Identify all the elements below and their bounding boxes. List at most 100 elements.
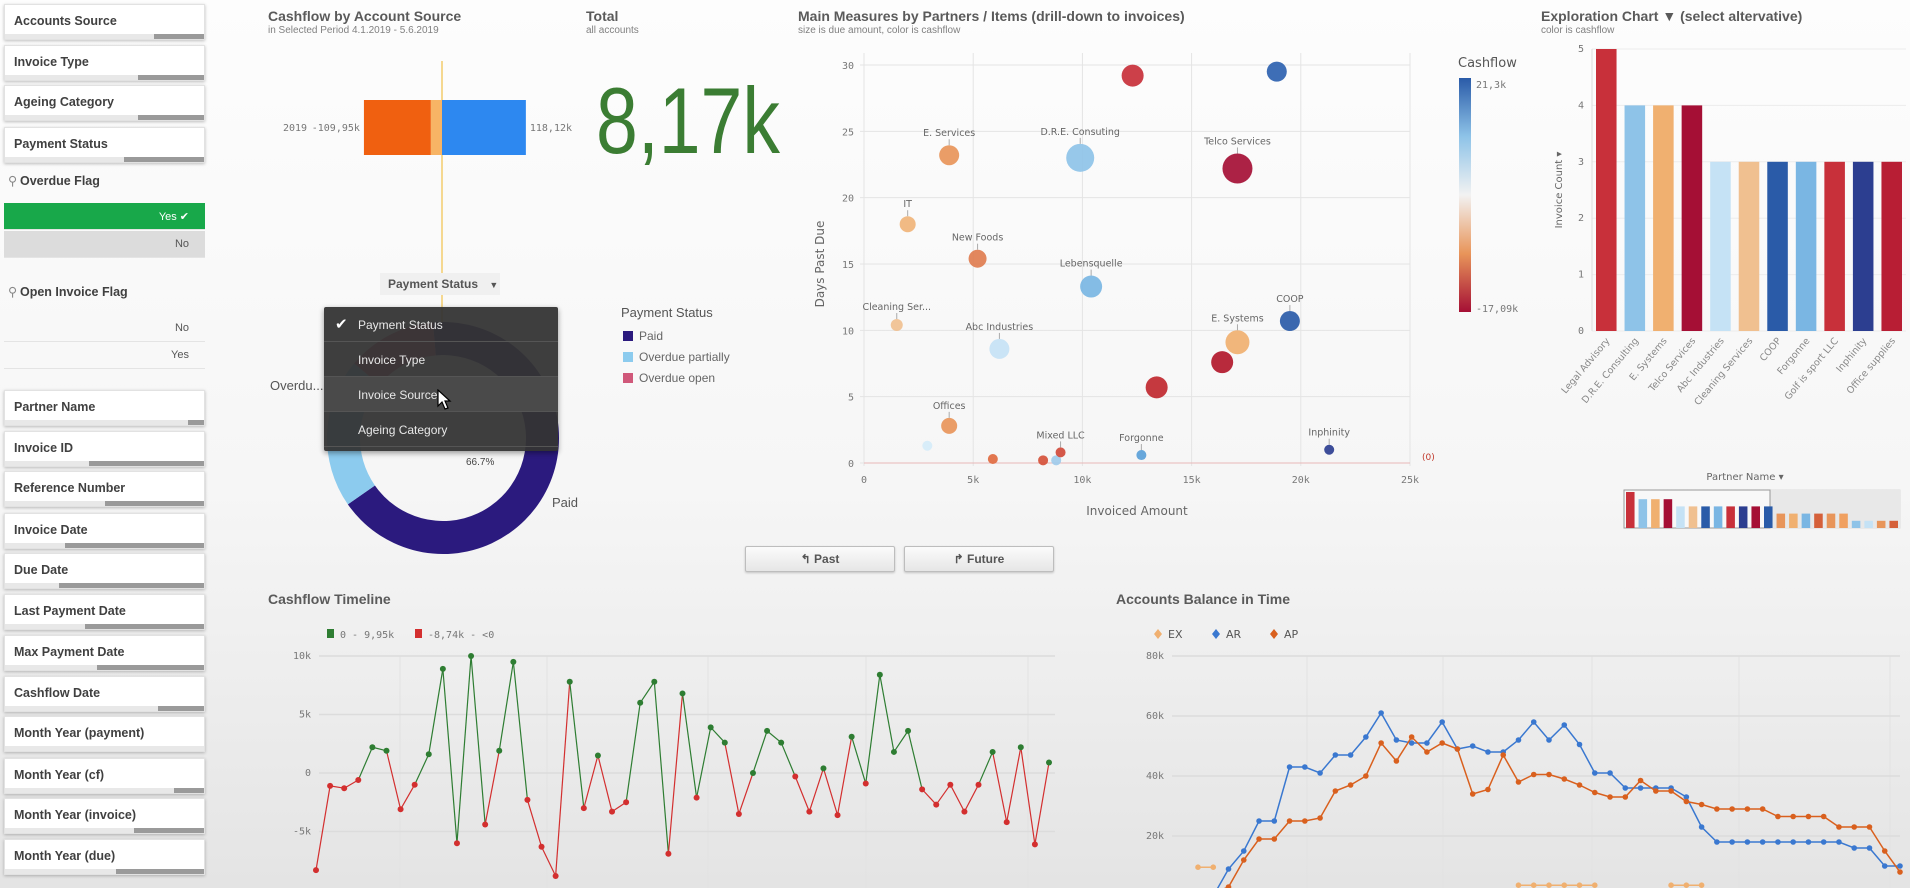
scatter-point[interactable] [1066, 143, 1095, 172]
scatter-point[interactable] [1055, 447, 1066, 458]
timeline-point[interactable] [524, 796, 531, 803]
balance-point-ar[interactable] [1576, 741, 1583, 748]
bar-abc-industries[interactable] [1710, 161, 1731, 331]
filter-ageing-category[interactable]: Ageing Category [4, 85, 205, 121]
filter-month-year-cf[interactable]: Month Year (cf) [4, 758, 205, 794]
filter-invoice-date[interactable]: Invoice Date [4, 513, 205, 549]
balance-point-ap[interactable] [1683, 798, 1690, 805]
timeline-point[interactable] [637, 699, 644, 706]
legend-label[interactable]: EX [1168, 628, 1183, 641]
balance-point-ex[interactable] [1195, 864, 1201, 870]
timeline-point[interactable] [594, 752, 601, 759]
scatter-point[interactable] [899, 216, 916, 233]
balance-point-ap[interactable] [1820, 813, 1827, 820]
bar-e-systems[interactable] [1653, 105, 1674, 332]
filter-partner-name[interactable]: Partner Name [4, 390, 205, 426]
balance-point-ar[interactable] [1622, 785, 1629, 791]
balance-point-ar[interactable] [1820, 839, 1827, 845]
scatter-point[interactable] [1121, 64, 1144, 87]
timeline-point[interactable] [482, 821, 489, 828]
balance-point-ar[interactable] [1744, 839, 1751, 845]
scatter-point[interactable] [941, 417, 958, 434]
balance-point-ap[interactable] [1393, 758, 1400, 764]
balance-point-ap[interactable] [1759, 806, 1766, 812]
cashflow-segment-1[interactable] [363, 100, 431, 155]
timeline-point[interactable] [947, 781, 954, 788]
balance-point-ar[interactable] [1286, 764, 1293, 770]
balance-point-ap[interactable] [1271, 836, 1278, 842]
balance-point-ar[interactable] [1225, 866, 1232, 872]
filter-month-year-payment[interactable]: Month Year (payment) [4, 716, 205, 752]
timeline-point[interactable] [778, 739, 785, 746]
timeline-point[interactable] [792, 773, 799, 780]
balance-point-ar[interactable] [1393, 737, 1400, 743]
balance-point-ap[interactable] [1454, 746, 1461, 752]
balance-point-ar[interactable] [1790, 839, 1796, 845]
balance-point-ar[interactable] [1714, 839, 1720, 845]
timeline-point[interactable] [806, 808, 813, 815]
timeline-point[interactable] [341, 785, 348, 792]
timeline-point[interactable] [989, 748, 996, 755]
balance-point-ap[interactable] [1775, 813, 1781, 820]
timeline-point[interactable] [820, 765, 827, 772]
legend-label[interactable]: 0 - 9,95k [340, 630, 394, 641]
balance-point-ar[interactable] [1530, 719, 1537, 725]
timeline-point[interactable] [369, 744, 376, 751]
timeline-point[interactable] [496, 747, 503, 754]
balance-point-ar[interactable] [1363, 734, 1369, 740]
timeline-point[interactable] [651, 678, 658, 685]
balance-point-ar[interactable] [1485, 749, 1491, 755]
balance-point-ap[interactable] [1530, 771, 1537, 778]
past-button[interactable]: ↰ Past [745, 546, 895, 572]
timeline-point[interactable] [919, 786, 926, 793]
balance-point-ap[interactable] [1622, 794, 1629, 800]
filter-month-year-invoice[interactable]: Month Year (invoice) [4, 798, 205, 834]
filter-payment-status[interactable]: Payment Status [4, 127, 205, 163]
balance-point-ap[interactable] [1469, 791, 1476, 797]
menu-item-ageing-category[interactable]: Ageing Category [324, 412, 558, 447]
timeline-point[interactable] [397, 806, 404, 813]
legend-item-paid[interactable]: Paid [623, 329, 663, 343]
balance-point-ar[interactable] [1637, 785, 1644, 791]
timeline-point[interactable] [1031, 841, 1038, 848]
balance-point-ap[interactable] [1485, 786, 1491, 793]
scatter-point[interactable] [890, 319, 903, 332]
timeline-point[interactable] [764, 727, 771, 734]
scatter-point[interactable] [987, 454, 998, 465]
bar-golf-is-sport-llc[interactable] [1824, 161, 1845, 331]
balance-point-ap[interactable] [1439, 740, 1445, 746]
balance-point-ap[interactable] [1424, 749, 1430, 755]
filter-reference-number[interactable]: Reference Number [4, 471, 205, 507]
scatter-point[interactable] [1266, 61, 1287, 82]
legend-label[interactable]: AR [1226, 628, 1242, 641]
balance-point-ap[interactable] [1591, 789, 1598, 796]
balance-point-ar[interactable] [1302, 764, 1308, 770]
balance-point-ap[interactable] [1729, 806, 1735, 812]
scatter-point[interactable] [989, 338, 1010, 359]
balance-point-ap[interactable] [1897, 869, 1903, 875]
scatter-point[interactable] [922, 440, 933, 451]
timeline-point[interactable] [890, 748, 897, 755]
balance-point-ex[interactable] [1591, 882, 1598, 888]
scatter-point[interactable] [1136, 450, 1147, 461]
balance-point-ap[interactable] [1607, 794, 1613, 800]
timeline-point[interactable] [327, 782, 334, 789]
timeline-point[interactable] [566, 678, 573, 685]
timeline-point[interactable] [1017, 744, 1024, 751]
timeline-point[interactable] [975, 781, 982, 788]
scatter-point[interactable] [968, 249, 987, 268]
filter-invoice-type[interactable]: Invoice Type [4, 45, 205, 81]
timeline-point[interactable] [1003, 819, 1010, 826]
balance-point-ar[interactable] [1881, 863, 1888, 869]
bar-telco-services[interactable] [1681, 105, 1703, 332]
balance-point-ap[interactable] [1561, 776, 1568, 782]
scatter-point[interactable] [1222, 153, 1253, 184]
timeline-point[interactable] [453, 840, 460, 847]
balance-point-ap[interactable] [1653, 788, 1659, 794]
balance-point-ex[interactable] [1546, 882, 1552, 888]
balance-point-ex[interactable] [1698, 882, 1705, 888]
timeline-point[interactable] [679, 690, 686, 697]
menu-item-invoice-type[interactable]: Invoice Type [324, 342, 558, 377]
timeline-point[interactable] [425, 751, 432, 758]
dimension-dropdown-button[interactable]: Payment Status ▼ [380, 273, 500, 295]
